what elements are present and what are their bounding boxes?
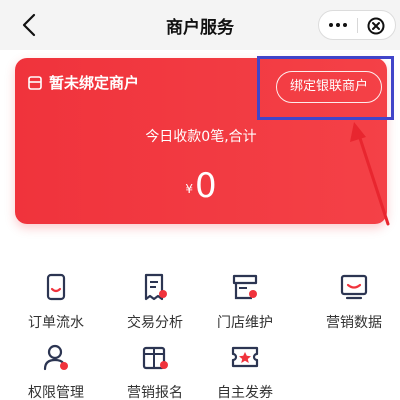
merchant-status: 暂未绑定商户 — [49, 74, 140, 92]
store-icon — [232, 274, 258, 300]
grid-item-trade-analysis[interactable]: 交易分析 — [111, 272, 199, 344]
highlight-box — [257, 56, 394, 120]
navigation-bar: 商户服务 — [0, 0, 400, 50]
coupon-icon — [231, 346, 259, 368]
grid-label: 权限管理 — [28, 385, 84, 400]
grid-item-marketing-data[interactable]: 营销数据 — [310, 272, 398, 344]
annotation-arrow-icon — [350, 122, 390, 226]
grid-item-order-flow[interactable]: 订单流水 — [12, 272, 100, 344]
today-amount: ¥0 — [15, 166, 387, 206]
grid-label: 门店维护 — [217, 315, 273, 331]
grid-label: 自主发券 — [217, 385, 273, 400]
marketing-signup-icon — [142, 346, 168, 370]
marketing-data-icon — [340, 274, 368, 300]
mini-program-capsule — [318, 10, 396, 40]
amount-value: 0 — [195, 166, 217, 206]
permission-icon — [43, 344, 68, 371]
currency-symbol: ¥ — [185, 182, 193, 196]
analysis-icon — [144, 273, 167, 301]
grid-label: 订单流水 — [28, 315, 84, 331]
grid-item-permission-management[interactable]: 权限管理 — [12, 342, 100, 400]
order-icon — [46, 273, 66, 301]
grid-item-self-issue-coupon[interactable]: 自主发券 — [201, 342, 289, 400]
capsule-divider — [357, 18, 358, 33]
close-mini-program-icon[interactable] — [365, 15, 387, 37]
merchant-icon — [28, 76, 42, 90]
more-options-icon[interactable] — [319, 11, 357, 39]
grid-item-marketing-signup[interactable]: 营销报名 — [111, 342, 199, 400]
grid-label: 营销数据 — [326, 315, 382, 331]
grid-label: 营销报名 — [127, 385, 183, 400]
grid-label: 交易分析 — [127, 315, 183, 331]
today-summary: 今日收款0笔,合计 — [145, 129, 257, 145]
grid-item-store-maintenance[interactable]: 门店维护 — [201, 272, 289, 344]
